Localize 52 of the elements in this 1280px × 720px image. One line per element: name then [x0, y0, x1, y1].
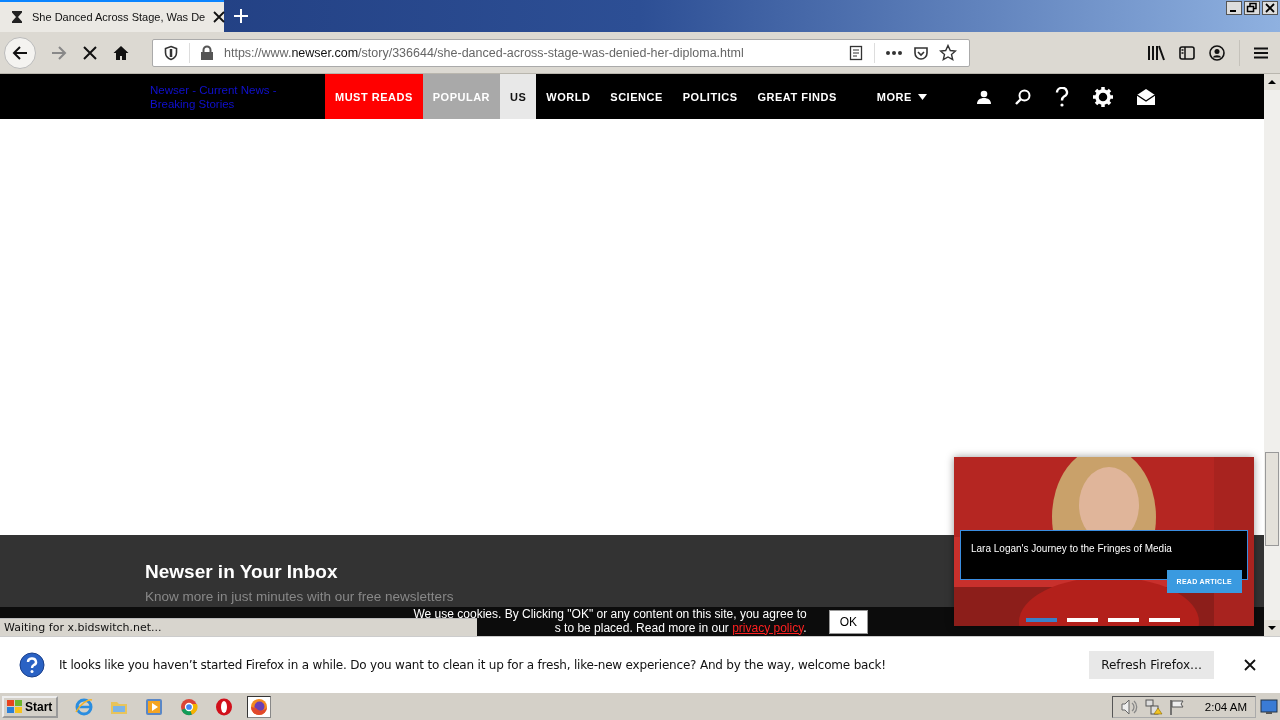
new-tab-icon[interactable] — [233, 8, 249, 24]
shield-icon[interactable] — [163, 44, 179, 61]
menu-icon[interactable] — [1254, 46, 1268, 59]
help-icon[interactable] — [1054, 86, 1069, 107]
caret-icon — [917, 93, 927, 100]
scrollbar-thumb[interactable] — [1265, 452, 1279, 546]
show-desktop-icon[interactable] — [1260, 698, 1278, 715]
user-icon[interactable] — [976, 89, 991, 104]
browser-tab[interactable]: She Danced Across Stage, Was De — [0, 0, 224, 32]
clock[interactable]: 2:04 AM — [1204, 700, 1247, 713]
ok-button[interactable]: OK — [828, 609, 868, 634]
mail-icon[interactable] — [1136, 88, 1155, 105]
pocket-icon[interactable] — [913, 44, 929, 61]
section-heading: Newser in Your Inbox — [145, 561, 338, 583]
back-icon — [11, 43, 29, 62]
caption-text: Lara Logan's Journey to the Fringes of Media — [971, 543, 1172, 554]
home-icon[interactable] — [112, 43, 130, 62]
nav-link[interactable]: US — [500, 74, 537, 119]
sidebar-icon[interactable] — [1179, 45, 1195, 60]
address-bar[interactable]: https://www.newser.com/story/336644/she-danced-across-stage-was-denied-her-diploma.html — [152, 38, 970, 67]
reader-view-icon[interactable] — [848, 44, 864, 61]
start-button[interactable]: Start — [2, 695, 59, 718]
settings-icon[interactable] — [1092, 86, 1113, 107]
network-icon[interactable] — [1144, 698, 1163, 715]
library-icon[interactable] — [1147, 44, 1165, 61]
restore-icon[interactable] — [1244, 1, 1260, 15]
volume-icon[interactable] — [1120, 698, 1139, 715]
nav-link[interactable]: MUST READS — [325, 74, 423, 119]
star-icon[interactable] — [939, 43, 957, 62]
scroll-down-icon[interactable] — [1264, 620, 1280, 636]
refresh-firefox-button[interactable]: Refresh Firefox… — [1089, 650, 1214, 679]
tab-title: She Danced Across Stage, Was De — [32, 11, 206, 23]
section-subtitle: Know more in just minutes with our free newsletters — [145, 589, 454, 604]
close-icon[interactable] — [1262, 1, 1278, 15]
account-icon[interactable] — [1209, 44, 1225, 61]
scroll-up-icon[interactable] — [1264, 74, 1280, 90]
notification-message: It looks like you haven’t started Firefox in a while. Do you want to clean it up for a fresh, like-new experience? And by the way, welcome back! — [59, 657, 886, 672]
scrollbar[interactable] — [1264, 74, 1280, 636]
close-icon[interactable] — [213, 11, 226, 23]
search-icon[interactable] — [1014, 88, 1031, 105]
browser-icon[interactable] — [247, 695, 272, 718]
stop-icon[interactable] — [82, 44, 98, 61]
flag-icon[interactable] — [1168, 698, 1185, 715]
back-button[interactable] — [4, 36, 36, 69]
question-icon — [19, 651, 45, 678]
more-icon[interactable] — [885, 49, 903, 56]
close-icon[interactable] — [1244, 658, 1256, 671]
status-text: Waiting for x.bidswitch.net... — [0, 618, 477, 636]
start-logo-icon — [7, 699, 23, 714]
minimize-icon[interactable] — [1226, 1, 1242, 15]
lock-icon[interactable] — [200, 44, 214, 61]
forward-icon[interactable] — [50, 43, 68, 62]
